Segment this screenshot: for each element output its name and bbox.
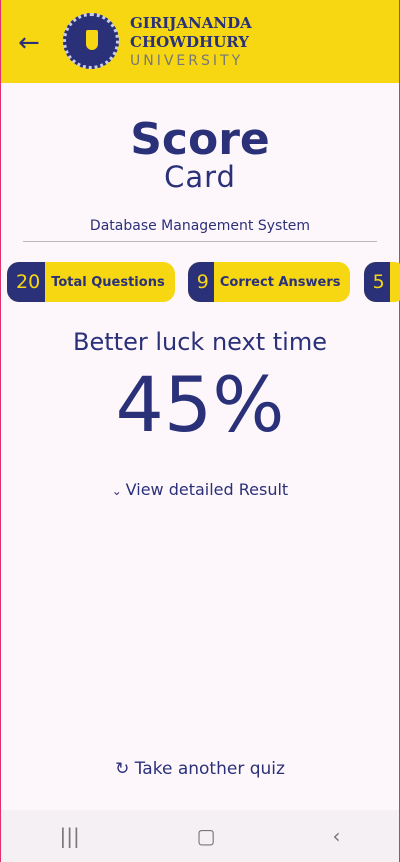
title-score: Score [130, 114, 270, 165]
arrow-left-icon[interactable]: ← [18, 28, 40, 58]
stat-value: 9 [187, 262, 214, 302]
logo-line1: GIRIJANANDA [130, 14, 252, 32]
score-percent: 45% [115, 360, 285, 449]
recents-icon[interactable]: ||| [59, 824, 79, 848]
university-name: GIRIJANANDA CHOWDHURY UNIVERSITY [130, 14, 252, 71]
stat-label: Correct Answers [219, 274, 341, 290]
divider [23, 241, 377, 242]
take-another-quiz-button[interactable]: ↻ Take another quiz [1, 759, 399, 779]
view-detailed-result-button[interactable]: ⌄ View detailed Result [1, 480, 399, 499]
stat-label [390, 262, 400, 302]
subject-name: Database Management System [89, 218, 311, 234]
stat-third: 5 [363, 262, 400, 302]
stat-value: 20 [7, 262, 46, 302]
home-icon[interactable]: ▢ [197, 824, 216, 848]
chevron-down-icon: ⌄ [111, 484, 126, 498]
logo-line2: CHOWDHURY [130, 33, 249, 51]
system-nav-bar: ||| ▢ ‹ [1, 810, 399, 862]
logo-line3: UNIVERSITY [130, 53, 244, 69]
stat-correct-answers: 9 Correct Answers [187, 262, 351, 302]
stat-label: Total Questions [51, 274, 165, 290]
stat-value: 5 [363, 262, 390, 302]
app-bar: ← GIRIJANANDA CHOWDHURY UNIVERSITY [1, 0, 399, 83]
refresh-icon: ↻ [115, 759, 130, 779]
back-icon[interactable]: ‹ [333, 824, 341, 848]
university-logo [63, 13, 119, 69]
retake-label: Take another quiz [134, 759, 285, 779]
detail-label: View detailed Result [125, 480, 289, 499]
stats-row[interactable]: 20 Total Questions 9 Correct Answers 5 [7, 262, 400, 302]
result-message: Better luck next time [73, 328, 327, 356]
stat-total-questions: 20 Total Questions [7, 262, 175, 302]
title-card: Card [164, 160, 236, 194]
